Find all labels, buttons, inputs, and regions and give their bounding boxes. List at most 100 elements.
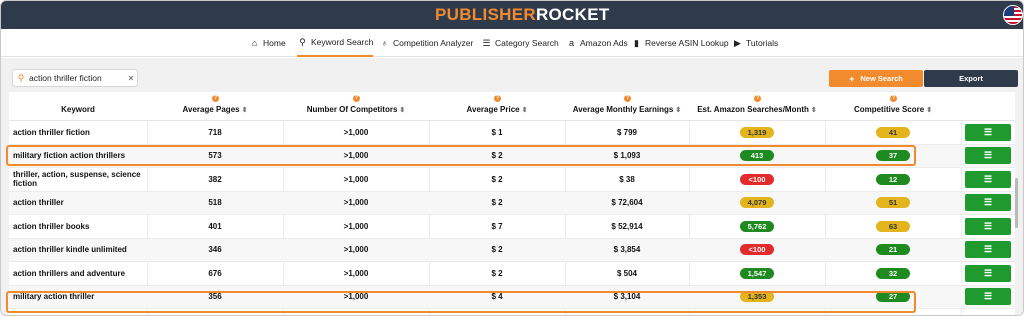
sort-icon: ⬍ xyxy=(399,107,406,114)
earnings-cell: $ 72,604 xyxy=(611,198,643,208)
search-icon: ⚲ xyxy=(17,72,25,83)
nav-home[interactable]: ⌂ Home xyxy=(249,29,286,57)
action-cell: ☰ xyxy=(961,145,1015,168)
header-keyword-label: Keyword xyxy=(61,105,95,114)
score-badge: 51 xyxy=(876,197,910,209)
list-icon: ☰ xyxy=(983,267,993,278)
nav-amazon-ads-label: Amazon Ads xyxy=(580,38,628,48)
logo-publisher: PUBLISHER xyxy=(435,5,536,24)
score-cell: 63 xyxy=(825,215,961,238)
view-details-button[interactable]: ☰ xyxy=(965,264,1011,282)
list-icon: ☰ xyxy=(983,173,993,184)
view-details-button[interactable]: ☰ xyxy=(965,241,1011,259)
view-details-button[interactable]: ☰ xyxy=(965,288,1011,306)
view-details-button[interactable]: ☰ xyxy=(965,217,1011,235)
keyword-cell: action thriller books xyxy=(13,221,90,231)
nav-competition-analyzer-label: Competition Analyzer xyxy=(393,38,474,48)
sort-icon: ⬍ xyxy=(926,107,933,114)
results-table: Keyword ? Average Pages ⬍ ? Number Of Com… xyxy=(9,92,1015,315)
nav-competition-analyzer[interactable]: ♁ Competition Analyzer xyxy=(379,29,473,57)
score-cell: 41 xyxy=(825,121,961,144)
view-details-button[interactable]: ☰ xyxy=(965,194,1011,212)
keyword-cell: thriller, action, suspense, science fict… xyxy=(13,170,141,189)
help-icon[interactable]: ? xyxy=(212,95,219,102)
header-average-pages[interactable]: ? Average Pages ⬍ xyxy=(147,92,283,121)
view-details-button[interactable]: ☰ xyxy=(965,147,1011,165)
highlight-box xyxy=(6,145,916,166)
keyword-cell: action thriller kindle unlimited xyxy=(13,245,127,255)
help-icon[interactable]: ? xyxy=(754,95,761,102)
header-competitive-score-label: Competitive Score xyxy=(853,105,925,114)
help-icon[interactable]: ? xyxy=(494,95,501,102)
searches-cell: 4,079 xyxy=(689,192,825,215)
header-searches-label: Est. Amazon Searches/Month xyxy=(697,105,809,114)
table-row[interactable]: thriller, action, suspense, science fict… xyxy=(9,168,1015,192)
nav-keyword-search-label: Keyword Search xyxy=(311,37,374,47)
help-icon[interactable]: ? xyxy=(624,95,631,102)
table-row[interactable]: action thrillers and adventure 676 >1,000 $… xyxy=(9,262,1015,286)
table-row[interactable]: action thriller fiction 718 >1,000 $ 1 $ 799… xyxy=(9,121,1015,145)
nav-amazon-ads[interactable]: a Amazon Ads xyxy=(566,29,628,57)
price-cell: $ 1 xyxy=(491,127,503,137)
highlight-box xyxy=(6,291,916,313)
header-searches[interactable]: ? Est. Amazon Searches/Month ⬍ xyxy=(689,92,825,121)
score-badge: 21 xyxy=(876,244,910,256)
table-row[interactable]: action thriller books 401 >1,000 $ 7 $ 52,91… xyxy=(9,215,1015,239)
us-flag-icon[interactable] xyxy=(1003,5,1023,25)
view-details-button[interactable]: ☰ xyxy=(965,170,1011,188)
searches-cell: <100 xyxy=(689,239,825,262)
earnings-cell: $ 38 xyxy=(619,174,635,184)
action-cell: ☰ xyxy=(961,215,1015,238)
competitors-cell: >1,000 xyxy=(343,221,369,231)
earnings-cell: $ 799 xyxy=(616,127,638,137)
header-monthly-earnings[interactable]: ? Average Monthly Earnings ⬍ xyxy=(565,92,689,121)
score-badge: 41 xyxy=(876,126,910,138)
action-cell: ☰ xyxy=(961,192,1015,215)
searches-badge: 1,319 xyxy=(740,126,774,138)
keyword-cell: action thrillers and adventure xyxy=(13,268,126,278)
nav-keyword-search[interactable]: ⚲ Keyword Search xyxy=(297,29,374,57)
header-competitors-label: Number Of Competitors xyxy=(306,105,398,114)
sort-icon: ⬍ xyxy=(241,107,248,114)
nav-category-search-label: Category Search xyxy=(495,38,559,48)
searches-cell: 5,762 xyxy=(689,215,825,238)
view-details-button[interactable]: ☰ xyxy=(965,123,1011,141)
action-cell: ☰ xyxy=(961,121,1015,144)
action-cell: ☰ xyxy=(961,286,1015,309)
header-average-price[interactable]: ? Average Price ⬍ xyxy=(429,92,565,121)
sort-icon: ⬍ xyxy=(675,107,682,114)
table-header: Keyword ? Average Pages ⬍ ? Number Of Com… xyxy=(9,92,1015,121)
header-competitors[interactable]: ? Number Of Competitors ⬍ xyxy=(283,92,429,121)
list-icon: ☰ xyxy=(983,197,993,208)
table-row[interactable]: action thriller kindle unlimited 346 >1,00… xyxy=(9,238,1015,262)
action-cell: ☰ xyxy=(961,239,1015,262)
table-row[interactable]: action thriller 518 >1,000 $ 2 $ 72,604 4,079… xyxy=(9,191,1015,215)
nav-reverse-asin-lookup[interactable]: ▮ Reverse ASIN Lookup xyxy=(631,29,729,57)
help-icon[interactable]: ? xyxy=(890,95,897,102)
export-button[interactable]: Export xyxy=(924,70,1018,87)
price-cell: $ 7 xyxy=(491,221,503,231)
searches-badge: <100 xyxy=(740,244,774,256)
book-icon: ▮ xyxy=(634,37,639,48)
top-bar: PUBLISHERROCKET xyxy=(1,1,1023,29)
keyword-cell: action thriller xyxy=(13,198,64,208)
header-competitive-score[interactable]: ? Competitive Score ⬍ xyxy=(825,92,961,121)
close-icon[interactable]: ✕ xyxy=(125,74,137,83)
scrollbar[interactable] xyxy=(1015,178,1018,228)
new-search-button[interactable]: + New Search xyxy=(829,70,923,87)
header-keyword[interactable]: Keyword xyxy=(9,92,147,121)
help-icon[interactable]: ? xyxy=(353,95,360,102)
award-icon: ♁ xyxy=(381,38,388,48)
price-cell: $ 2 xyxy=(491,174,503,184)
earnings-cell: $ 504 xyxy=(616,268,638,278)
nav-tutorials[interactable]: ▶ Tutorials xyxy=(732,29,778,57)
content-area: ⚲ action thriller fiction ✕ + New Search… xyxy=(1,58,1023,315)
app-logo[interactable]: PUBLISHERROCKET xyxy=(435,5,610,25)
header-monthly-earnings-label: Average Monthly Earnings xyxy=(572,105,674,114)
header-average-pages-label: Average Pages xyxy=(182,105,240,114)
searches-badge: 5,762 xyxy=(740,220,774,232)
searches-cell: <100 xyxy=(689,168,825,191)
header-average-price-label: Average Price xyxy=(466,105,520,114)
nav-category-search[interactable]: ☰ Category Search xyxy=(481,29,559,57)
search-tab[interactable]: ⚲ action thriller fiction ✕ xyxy=(12,69,138,87)
